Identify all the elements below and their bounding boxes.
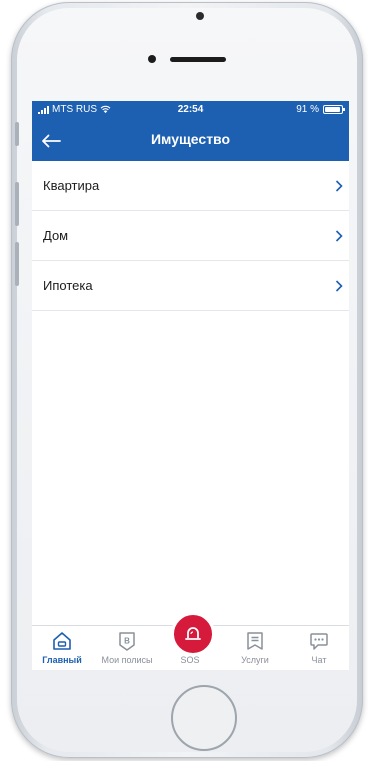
list-item-label: Дом (43, 228, 69, 243)
services-icon (247, 632, 263, 650)
tab-services[interactable]: Услуги (225, 630, 285, 665)
earpiece-speaker (170, 57, 226, 62)
tab-chat[interactable]: Чат (289, 630, 349, 665)
bottom-tab-bar: Главный B Мои полисы SOS Услуги Чат (32, 612, 349, 670)
chevron-right-icon (335, 180, 343, 192)
tab-label: Услуги (241, 655, 269, 665)
property-list: Квартира Дом Ипотека (32, 161, 349, 311)
list-item-mortgage[interactable]: Ипотека (32, 261, 349, 311)
volume-down-button (15, 242, 19, 286)
svg-text:B: B (124, 637, 130, 646)
battery-icon (323, 105, 345, 114)
volume-up-button (15, 182, 19, 226)
chat-icon (310, 633, 328, 650)
sos-button[interactable] (171, 612, 215, 656)
list-item-apartment[interactable]: Квартира (32, 161, 349, 211)
tab-sos[interactable]: SOS (160, 612, 220, 665)
camera-lens (196, 12, 204, 20)
tab-label: Чат (311, 655, 327, 665)
tab-my-policies[interactable]: B Мои полисы (97, 630, 157, 665)
policy-icon: B (119, 632, 135, 651)
page-title: Имущество (150, 131, 231, 147)
home-icon (53, 632, 71, 650)
battery-group: 91 % (296, 104, 345, 115)
app-screen: MTS RUS 22:54 91 % Имущество Квартира До… (32, 101, 349, 670)
list-item-label: Ипотека (43, 278, 93, 293)
chevron-right-icon (335, 280, 343, 292)
list-item-label: Квартира (43, 178, 100, 193)
tab-label: SOS (180, 655, 200, 665)
alarm-bell-icon (185, 627, 201, 640)
battery-percent: 91 % (296, 104, 319, 115)
front-sensor (148, 55, 156, 63)
status-bar: MTS RUS 22:54 91 % (32, 101, 349, 119)
home-button[interactable] (171, 685, 237, 751)
battery-level-fill (325, 107, 340, 112)
app-header: MTS RUS 22:54 91 % Имущество (32, 101, 349, 161)
list-item-house[interactable]: Дом (32, 211, 349, 261)
mute-switch (15, 122, 19, 146)
chevron-right-icon (335, 230, 343, 242)
tab-label: Главный (42, 655, 82, 665)
tab-label: Мои полисы (101, 655, 153, 665)
tab-home[interactable]: Главный (32, 630, 92, 665)
